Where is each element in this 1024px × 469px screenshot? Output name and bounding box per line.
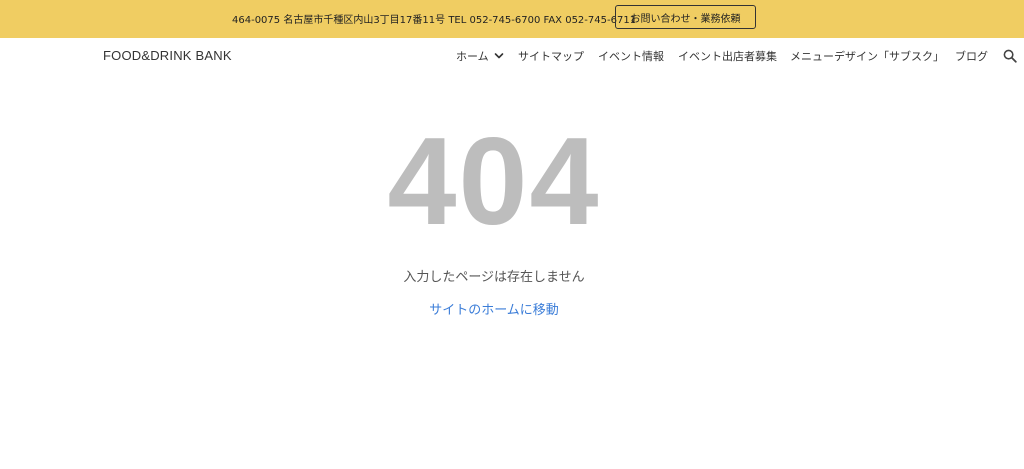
top-info-bar: 464-0075 名古屋市千種区内山3丁目17番11号 TEL 052-745-… — [0, 0, 1024, 38]
nav-item-label: イベント情報 — [598, 50, 664, 63]
nav-item-label: ホーム — [456, 50, 489, 63]
nav-item-blog[interactable]: ブログ — [955, 48, 988, 64]
nav-item-label: サイトマップ — [518, 50, 584, 63]
nav-item-label: イベント出店者募集 — [678, 50, 777, 63]
nav-item-sitemap[interactable]: サイトマップ — [518, 48, 584, 64]
chevron-down-icon — [494, 53, 503, 59]
nav-item-exhibitor-recruitment[interactable]: イベント出店者募集 — [678, 48, 777, 64]
nav-item-menu-design[interactable]: メニューデザイン「サブスク」 — [790, 48, 944, 64]
nav-item-home[interactable]: ホーム — [456, 48, 504, 64]
contact-button[interactable]: お問い合わせ・業務依頼 — [615, 5, 756, 29]
search-icon[interactable] — [1003, 49, 1017, 63]
nav-item-label: ブログ — [955, 50, 988, 63]
nav-item-label: メニューデザイン「サブスク」 — [790, 50, 944, 63]
main-navigation: ホーム サイトマップ イベント情報 イベント出店者募集 メニューデザイン「サブス… — [0, 48, 1024, 66]
error-code-heading: 404 — [387, 113, 601, 251]
contact-address-text: 464-0075 名古屋市千種区内山3丁目17番11号 TEL 052-745-… — [232, 15, 637, 26]
home-link-container: サイトのホームに移動 — [0, 299, 988, 318]
error-message: 入力したページは存在しません — [403, 270, 585, 285]
nav-item-events[interactable]: イベント情報 — [598, 48, 664, 64]
home-link[interactable]: サイトのホームに移動 — [429, 303, 559, 318]
